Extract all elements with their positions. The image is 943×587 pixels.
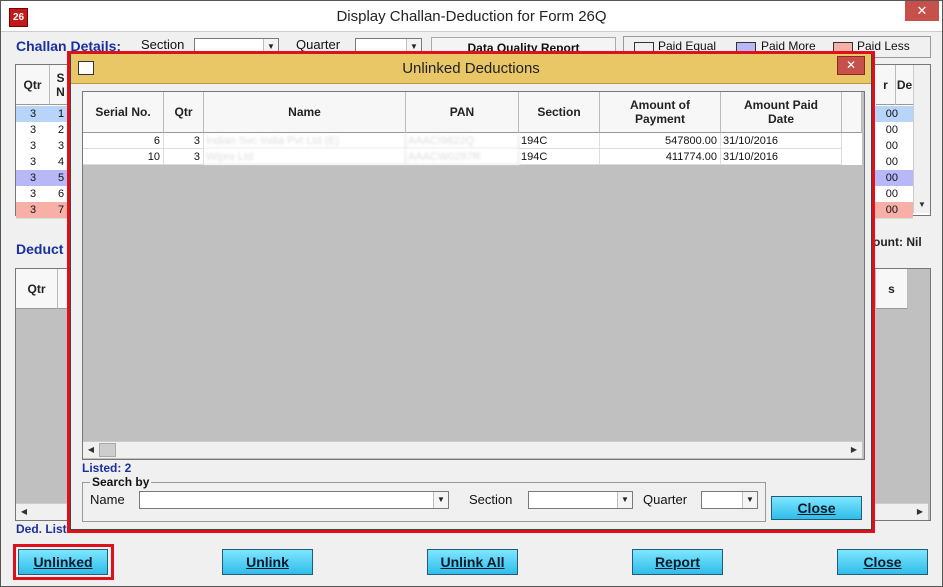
- section-label: Section: [141, 37, 185, 52]
- title-bar: 26 Display Challan-Deduction for Form 26…: [1, 1, 942, 32]
- unlink-button[interactable]: Unlink: [222, 549, 313, 575]
- challan-cell-qtr: 3: [29, 108, 37, 120]
- challan-cell-right: 00: [885, 140, 898, 152]
- challan-cell-right: 00: [885, 188, 898, 200]
- challan-cell-right: 00: [885, 204, 898, 216]
- amount-label: ount: Nil: [873, 235, 922, 249]
- challan-cell-qtr: 3: [29, 188, 37, 200]
- challan-col-serial-top: S: [56, 70, 65, 85]
- unlinked-highlight: [13, 544, 114, 580]
- window-title: Display Challan-Deduction for Form 26Q: [336, 8, 607, 25]
- challan-cell-qtr: 3: [29, 140, 37, 152]
- challan-cell-qtr: 3: [29, 156, 37, 168]
- deduction-heading: Deduct: [16, 241, 64, 257]
- scroll-right-icon[interactable]: ▶: [912, 504, 928, 520]
- report-button[interactable]: Report: [632, 549, 723, 575]
- challan-cell-right: 00: [885, 156, 898, 168]
- scroll-left-icon[interactable]: ◀: [16, 504, 32, 520]
- deduction-col-qtr[interactable]: Qtr: [16, 269, 58, 309]
- challan-cell-qtr: 3: [29, 172, 37, 184]
- deduction-list-label: Ded. List: [16, 522, 67, 536]
- close-button[interactable]: Close: [837, 549, 928, 575]
- challan-cell-right: 00: [885, 108, 898, 120]
- dialog-highlight: [67, 51, 875, 533]
- challan-cell-right: 00: [885, 124, 898, 136]
- challan-cell-qtr: 3: [29, 124, 37, 136]
- challan-col-serial-bottom: N: [56, 84, 65, 99]
- scroll-down-icon[interactable]: ▼: [914, 197, 930, 213]
- quarter-label: Quarter: [296, 37, 341, 52]
- challan-col-qtr[interactable]: Qtr: [16, 65, 50, 105]
- unlink-all-button[interactable]: Unlink All: [427, 549, 518, 575]
- deduction-col-right[interactable]: s: [876, 269, 908, 309]
- window-close-button[interactable]: ✕: [905, 1, 939, 21]
- challan-col-de[interactable]: De: [896, 65, 914, 105]
- challan-cell-right: 00: [885, 172, 898, 184]
- challan-col-right[interactable]: r: [876, 65, 896, 105]
- challan-cell-qtr: 3: [29, 204, 37, 216]
- challan-vscroll[interactable]: ▼: [913, 65, 930, 213]
